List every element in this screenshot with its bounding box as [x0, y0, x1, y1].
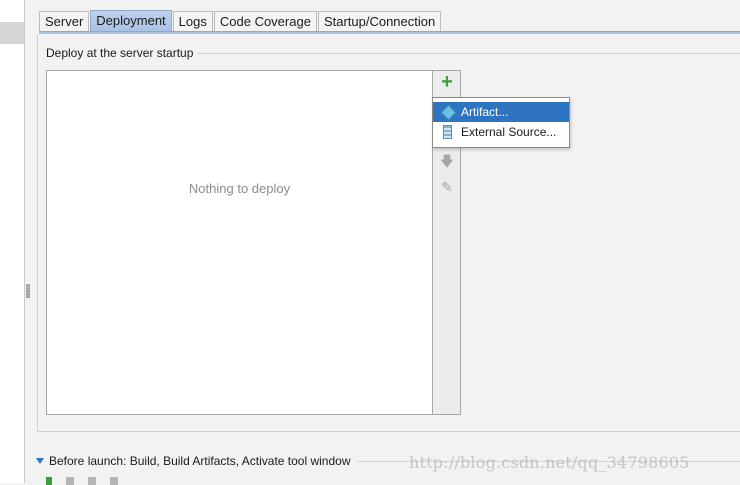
deploy-list[interactable]: Nothing to deploy — [46, 70, 433, 415]
empty-list-text: Nothing to deploy — [188, 181, 291, 196]
menu-item-external-source-label: External Source... — [461, 125, 557, 139]
menu-item-artifact[interactable]: Artifact... — [433, 102, 569, 122]
before-launch-toolbar — [46, 477, 118, 485]
menu-item-artifact-label: Artifact... — [461, 105, 509, 119]
splitter-grip[interactable] — [26, 284, 30, 298]
pencil-icon[interactable]: ✎ — [439, 179, 455, 195]
tab-server[interactable]: Server — [39, 11, 90, 32]
remove-task-icon[interactable] — [66, 477, 74, 485]
external-source-icon — [443, 125, 452, 139]
deploy-group-title: Deploy at the server startup — [46, 46, 198, 60]
before-launch-label: Before launch: Build, Build Artifacts, A… — [49, 454, 354, 468]
tab-bar: Server Deployment Logs Code Coverage Sta… — [39, 10, 442, 32]
add-task-icon[interactable] — [46, 477, 52, 485]
add-deployment-popup-menu: Artifact... External Source... — [432, 97, 570, 148]
expand-triangle-icon[interactable] — [36, 458, 44, 464]
artifact-icon — [441, 105, 455, 119]
watermark-text: http://blog.csdn.net/qq_34798605 — [409, 453, 690, 472]
tab-deployment[interactable]: Deployment — [90, 10, 172, 32]
left-config-tree-panel[interactable] — [0, 0, 25, 483]
arrow-down-icon[interactable]: 🡇 — [439, 153, 455, 169]
plus-icon[interactable]: + — [439, 72, 455, 92]
menu-item-external-source[interactable]: External Source... — [433, 122, 569, 142]
tab-logs[interactable]: Logs — [172, 11, 213, 32]
tab-startup-connection[interactable]: Startup/Connection — [317, 11, 442, 32]
move-up-task-icon[interactable] — [88, 477, 96, 485]
group-divider — [197, 53, 740, 54]
tab-code-coverage[interactable]: Code Coverage — [213, 11, 317, 32]
move-down-task-icon[interactable] — [110, 477, 118, 485]
selected-config-row[interactable] — [0, 22, 24, 44]
before-launch-section[interactable]: Before launch: Build, Build Artifacts, A… — [36, 454, 354, 468]
